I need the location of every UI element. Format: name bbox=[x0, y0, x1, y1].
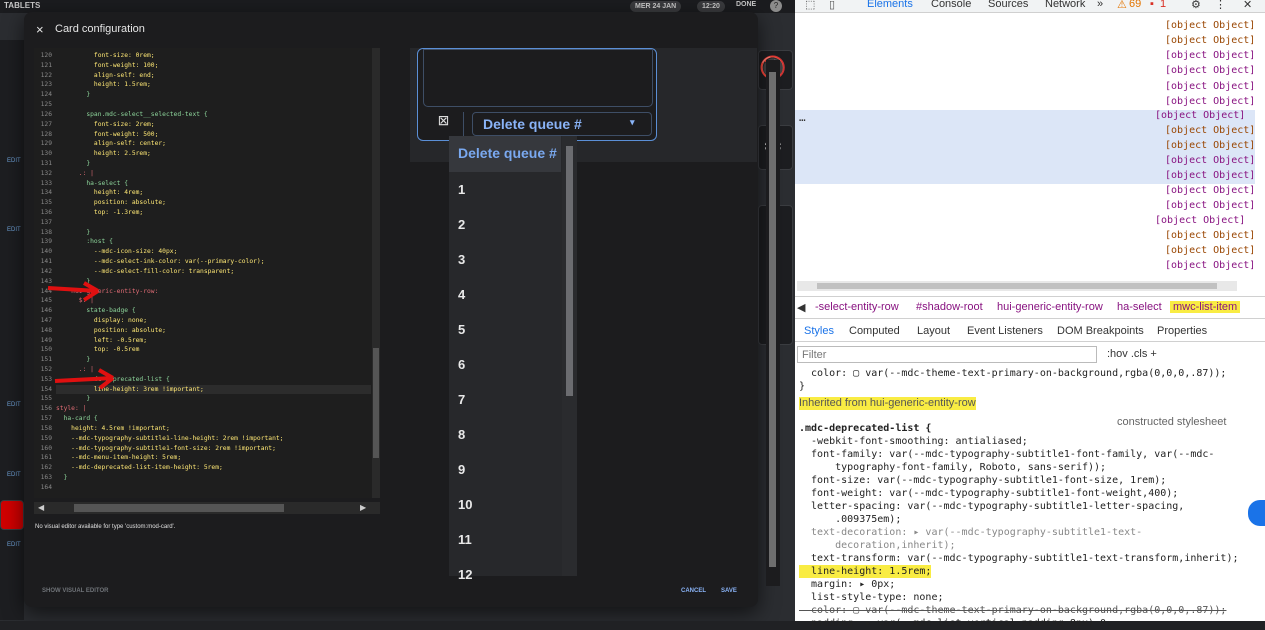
dom-node-line[interactable]: [object Object] bbox=[1165, 65, 1255, 80]
style-rule-line[interactable]: Inherited from hui-generic-entity-row bbox=[799, 397, 976, 410]
tab-elements[interactable]: Elements bbox=[867, 0, 913, 10]
tab-styles[interactable]: Styles bbox=[804, 325, 834, 337]
tab-console[interactable]: Console bbox=[931, 0, 971, 10]
style-rule-line[interactable]: text-decoration: ▸ var(--mdc-typography-… bbox=[799, 526, 1142, 539]
tab-properties[interactable]: Properties bbox=[1157, 325, 1207, 337]
tab-computed[interactable]: Computed bbox=[849, 325, 900, 337]
style-rule-line[interactable]: typography-font-family, Roboto, sans-ser… bbox=[799, 461, 1106, 474]
styles-pane: color: ▢ var(--mdc-theme-text-primary-on… bbox=[795, 366, 1265, 629]
dom-node-line[interactable]: [object Object] bbox=[1165, 35, 1255, 50]
dom-node-line[interactable]: [object Object] bbox=[1165, 170, 1255, 185]
dom-node-line[interactable]: [object Object] bbox=[1165, 20, 1255, 35]
breadcrumb-item-active[interactable]: mwc-list-item bbox=[1170, 301, 1241, 313]
style-rule-line[interactable]: color: ▢ var(--mdc-theme-text-primary-on… bbox=[799, 367, 1226, 380]
dom-node-line[interactable]: [object Object] bbox=[1165, 140, 1255, 155]
style-rule-line[interactable]: margin: ▸ 0px; bbox=[799, 578, 895, 591]
style-rule-line[interactable]: padding: ▸ var(--mdc-list-vertical-paddi… bbox=[799, 617, 1112, 630]
tab-sources[interactable]: Sources bbox=[988, 0, 1028, 10]
tab-event-listeners[interactable]: Event Listeners bbox=[967, 325, 1043, 337]
warning-count[interactable]: 69 bbox=[1129, 0, 1141, 10]
error-icon: ▪ bbox=[1150, 0, 1154, 10]
style-rule-line[interactable]: } bbox=[799, 380, 805, 393]
red-arrow bbox=[54, 376, 114, 383]
settings-icon[interactable]: ⚙ bbox=[1191, 0, 1201, 11]
style-rule-line[interactable]: .009375em); bbox=[799, 513, 901, 526]
dom-node-line[interactable]: [object Object] bbox=[1165, 125, 1255, 140]
stylesheet-source[interactable]: constructed stylesheet bbox=[1117, 416, 1226, 428]
dom-node-line[interactable]: [object Object] bbox=[1165, 230, 1255, 245]
warning-icon: ⚠ bbox=[1117, 0, 1127, 11]
tab-layout[interactable]: Layout bbox=[917, 325, 950, 337]
home-assistant-app: TABLETS MER 24 JAN 12:20 DONE ? EDIT EDI… bbox=[0, 0, 795, 621]
breadcrumb: ◀ -select-entity-row #shadow-root hui-ge… bbox=[795, 296, 1265, 318]
style-rule-line[interactable]: decoration,inherit); bbox=[799, 539, 955, 552]
style-rule-line[interactable]: line-height: 1.5rem; bbox=[799, 565, 932, 578]
dom-tree[interactable]: … [object Object] [object Object] [object … bbox=[795, 14, 1265, 280]
dom-node-line[interactable]: [object Object] bbox=[1165, 185, 1255, 200]
dom-node-line[interactable]: [object Object] bbox=[1165, 245, 1255, 260]
style-rule-line[interactable]: -webkit-font-smoothing: antialiased; bbox=[799, 435, 1028, 448]
devtools-panel: ⬚ ▯ Elements Console Sources Network » ⚠… bbox=[795, 0, 1265, 629]
style-rule-line[interactable]: color: ▢ var(--mdc-theme-text-primary-on… bbox=[799, 604, 1226, 617]
devtools-tabbar: ⬚ ▯ Elements Console Sources Network » ⚠… bbox=[795, 0, 1265, 13]
dom-node-line[interactable]: [object Object] bbox=[1165, 81, 1255, 96]
style-rule-line[interactable]: letter-spacing: var(--mdc-typography-sub… bbox=[799, 500, 1184, 513]
dom-node-line[interactable]: [object Object] bbox=[1165, 96, 1255, 111]
node-ellipsis[interactable]: … bbox=[799, 111, 806, 124]
breadcrumb-item[interactable]: #shadow-root bbox=[916, 301, 983, 313]
breadcrumb-item[interactable]: hui-generic-entity-row bbox=[997, 301, 1103, 313]
filter-options[interactable]: :hov .cls + bbox=[1107, 348, 1157, 360]
breadcrumb-item[interactable]: ha-select bbox=[1117, 301, 1162, 313]
styles-filter-input[interactable]: Filter bbox=[797, 346, 1097, 363]
teamviewer-icon[interactable] bbox=[1248, 500, 1265, 526]
dom-node-line[interactable]: [object Object] bbox=[1165, 50, 1255, 65]
dom-node-line[interactable]: [object Object] bbox=[1155, 215, 1245, 230]
style-rule-line[interactable]: font-weight: var(--mdc-typography-subtit… bbox=[799, 487, 1178, 500]
dom-node-line[interactable]: [object Object] bbox=[1165, 260, 1255, 275]
dom-node-line[interactable]: [object Object] bbox=[1165, 200, 1255, 215]
more-tabs-icon[interactable]: » bbox=[1097, 0, 1103, 10]
style-rule-line[interactable]: list-style-type: none; bbox=[799, 591, 943, 604]
more-options-icon[interactable]: ⋮ bbox=[1215, 0, 1226, 11]
annotation-arrows bbox=[47, 281, 115, 390]
dom-horizontal-scrollbar[interactable] bbox=[797, 281, 1237, 291]
style-rule-line[interactable]: text-transform: var(--mdc-typography-sub… bbox=[799, 552, 1238, 565]
dom-node-line[interactable]: [object Object] bbox=[1165, 155, 1255, 170]
tab-dom-breakpoints[interactable]: DOM Breakpoints bbox=[1057, 325, 1144, 337]
device-toggle-icon[interactable]: ▯ bbox=[829, 0, 835, 11]
inspect-icon[interactable]: ⬚ bbox=[805, 0, 815, 11]
tab-network[interactable]: Network bbox=[1045, 0, 1085, 10]
breadcrumb-item[interactable]: -select-entity-row bbox=[815, 301, 899, 313]
dom-node-line[interactable]: [object Object] bbox=[1155, 110, 1245, 125]
error-count[interactable]: 1 bbox=[1160, 0, 1166, 10]
style-rule-line[interactable]: font-size: var(--mdc-typography-subtitle… bbox=[799, 474, 1166, 487]
breadcrumb-scroll-left-icon[interactable]: ◀ bbox=[797, 301, 805, 314]
close-icon[interactable]: ✕ bbox=[1243, 0, 1252, 11]
style-rule-line[interactable]: font-family: var(--mdc-typography-subtit… bbox=[799, 448, 1214, 461]
style-rule-line[interactable]: .mdc-deprecated-list { bbox=[799, 422, 931, 435]
styles-subtabs: Styles Computed Layout Event Listeners D… bbox=[795, 318, 1265, 342]
